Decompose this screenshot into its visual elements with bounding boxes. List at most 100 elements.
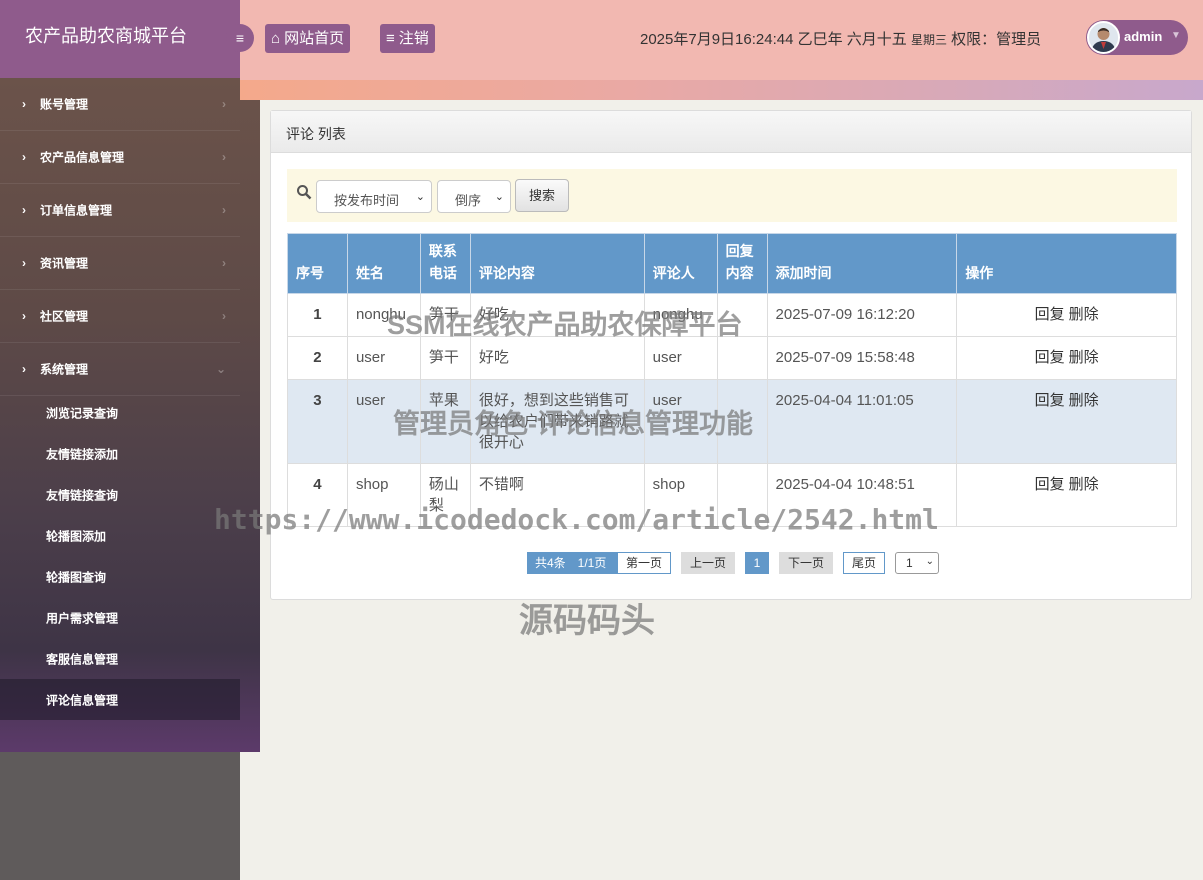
current-page[interactable]: 1 bbox=[745, 552, 769, 574]
row-index: 1 bbox=[287, 293, 348, 337]
row-time: 2025-07-09 15:58:48 bbox=[766, 336, 958, 380]
table-row: 4 shop 砀山梨 不错啊 shop 2025-04-04 10:48:51 … bbox=[287, 463, 1177, 527]
user-name: admin bbox=[1124, 29, 1163, 44]
sidebar-item-product[interactable]: › 农产品信息管理 › bbox=[0, 131, 240, 184]
next-page-button[interactable]: 下一页 bbox=[779, 552, 833, 574]
search-icon bbox=[296, 184, 312, 205]
column-header[interactable]: 联系电话 bbox=[419, 233, 471, 294]
sort-field-select[interactable]: 按发布时间 ⌄ bbox=[316, 180, 432, 213]
chevron-down-icon: ⌄ bbox=[415, 191, 425, 203]
row-phone: 苹果 bbox=[419, 379, 471, 464]
reply-link[interactable]: 回复 bbox=[1035, 306, 1065, 323]
row-commenter: shop bbox=[643, 463, 718, 527]
column-header[interactable]: 操作 bbox=[956, 233, 1177, 294]
sidebar-subitem-label: 轮播图添加 bbox=[46, 529, 107, 543]
row-phone: 砀山梨 bbox=[419, 463, 471, 527]
reply-link[interactable]: 回复 bbox=[1035, 476, 1065, 493]
row-reply bbox=[716, 293, 768, 337]
weekday-text: 星期三 bbox=[910, 33, 947, 47]
sidebar-item-account[interactable]: › 账号管理 › bbox=[0, 78, 240, 131]
row-name: user bbox=[346, 379, 421, 464]
delete-link[interactable]: 删除 bbox=[1069, 306, 1099, 323]
row-time: 2025-04-04 11:01:05 bbox=[766, 379, 958, 464]
permission-text: 权限：管理员 bbox=[951, 31, 1042, 48]
row-actions: 回复 删除 bbox=[956, 336, 1177, 380]
column-header[interactable]: 姓名 bbox=[346, 233, 421, 294]
row-reply bbox=[716, 463, 768, 527]
column-header[interactable]: 添加时间 bbox=[766, 233, 958, 294]
row-time: 2025-07-09 16:12:20 bbox=[766, 293, 958, 337]
row-content: 不错啊 bbox=[469, 463, 645, 527]
sidebar-subitem-carousel-query[interactable]: 轮播图查询 bbox=[0, 556, 240, 597]
sidebar-subitem-browse-history[interactable]: 浏览记录查询 bbox=[0, 392, 240, 433]
sidebar-subitem-comments[interactable]: 评论信息管理 bbox=[0, 679, 240, 720]
comment-list-panel: 评论 列表 按发布时间 ⌄ 倒序 ⌄ 搜索 序号 姓名 联系电话 评论内容 评论… bbox=[270, 110, 1192, 600]
sidebar-item-system[interactable]: › 系统管理 ⌄ bbox=[0, 343, 240, 396]
home-button[interactable]: ⌂ 网站首页 bbox=[265, 24, 351, 53]
home-icon: ⌂ bbox=[271, 30, 281, 47]
sidebar-subitem-user-demand[interactable]: 用户需求管理 bbox=[0, 597, 240, 638]
column-header[interactable]: 评论人 bbox=[643, 233, 718, 294]
row-index: 3 bbox=[287, 379, 348, 464]
search-bar: 按发布时间 ⌄ 倒序 ⌄ 搜索 bbox=[287, 169, 1177, 222]
sidebar-item-label: 资讯管理 bbox=[40, 256, 89, 271]
caret-down-icon: ▼ bbox=[1171, 30, 1181, 41]
sidebar-menu: › 账号管理 › › 农产品信息管理 › › 订单信息管理 › › 资讯管理 ›… bbox=[0, 78, 260, 752]
column-header[interactable]: 序号 bbox=[287, 233, 348, 294]
table-header-row: 序号 姓名 联系电话 评论内容 评论人 回复内容 添加时间 操作 bbox=[287, 233, 1177, 294]
panel-header: 评论 列表 bbox=[271, 111, 1191, 153]
reply-link[interactable]: 回复 bbox=[1035, 392, 1065, 409]
prev-page-button[interactable]: 上一页 bbox=[681, 552, 735, 574]
sidebar-subitem-service[interactable]: 客服信息管理 bbox=[0, 638, 240, 679]
row-commenter: nonghu bbox=[643, 293, 718, 337]
sidebar-item-label: 农产品信息管理 bbox=[40, 150, 125, 165]
last-page-button[interactable]: 尾页 bbox=[843, 552, 885, 574]
sort-order-select[interactable]: 倒序 ⌄ bbox=[437, 180, 511, 213]
menu-toggle-button[interactable]: ≡ bbox=[226, 24, 254, 52]
sidebar: 农产品助农商城平台 › 账号管理 › › 农产品信息管理 › › 订单信息管理 … bbox=[0, 0, 260, 880]
first-page-button[interactable]: 第一页 bbox=[617, 552, 671, 574]
sort-order-value: 倒序 bbox=[455, 193, 482, 208]
row-name: user bbox=[346, 336, 421, 380]
sidebar-item-label: 订单信息管理 bbox=[40, 203, 113, 218]
row-time: 2025-04-04 10:48:51 bbox=[766, 463, 958, 527]
chevron-right-icon: › bbox=[22, 309, 26, 323]
header-info: 2025年7月9日16:24:44 乙巳年 六月十五 星期三 权限：管理员 bbox=[640, 28, 1041, 49]
row-actions: 回复 删除 bbox=[956, 463, 1177, 527]
chevron-right-icon: › bbox=[222, 203, 226, 217]
row-name: shop bbox=[346, 463, 421, 527]
table-row: 2 user 笋干 好吃 user 2025-07-09 15:58:48 回复… bbox=[287, 336, 1177, 380]
sidebar-item-orders[interactable]: › 订单信息管理 › bbox=[0, 184, 240, 237]
column-header[interactable]: 回复内容 bbox=[716, 233, 768, 294]
app-title: 农产品助农商城平台 bbox=[25, 26, 187, 46]
sidebar-item-community[interactable]: › 社区管理 › bbox=[0, 290, 240, 343]
column-header[interactable]: 评论内容 bbox=[469, 233, 645, 294]
chevron-right-icon: › bbox=[222, 150, 226, 164]
delete-link[interactable]: 删除 bbox=[1069, 392, 1099, 409]
sidebar-subitem-label: 用户需求管理 bbox=[46, 611, 119, 625]
search-button[interactable]: 搜索 bbox=[515, 179, 569, 212]
header-gradient-band bbox=[240, 80, 1203, 100]
sidebar-subitem-label: 友情链接添加 bbox=[46, 447, 119, 461]
chevron-right-icon: › bbox=[22, 256, 26, 270]
sidebar-subitem-link-query[interactable]: 友情链接查询 bbox=[0, 474, 240, 515]
datetime-text: 2025年7月9日16:24:44 乙巳年 六月十五 bbox=[640, 31, 907, 48]
user-menu[interactable]: admin ▼ bbox=[1086, 20, 1188, 55]
delete-link[interactable]: 删除 bbox=[1069, 349, 1099, 366]
sidebar-subitem-carousel-add[interactable]: 轮播图添加 bbox=[0, 515, 240, 556]
row-content: 很好，想到这些销售可以给农户们带来销路就很开心 bbox=[469, 379, 645, 464]
row-index: 4 bbox=[287, 463, 348, 527]
row-reply bbox=[716, 336, 768, 380]
chevron-right-icon: › bbox=[222, 309, 226, 323]
sidebar-item-news[interactable]: › 资讯管理 › bbox=[0, 237, 240, 290]
row-commenter: user bbox=[643, 336, 718, 380]
row-reply bbox=[716, 379, 768, 464]
delete-link[interactable]: 删除 bbox=[1069, 476, 1099, 493]
chevron-right-icon: › bbox=[22, 203, 26, 217]
logout-button[interactable]: ≡ 注销 bbox=[380, 24, 435, 53]
chevron-down-icon: ⌄ bbox=[494, 191, 504, 203]
sidebar-subitem-link-add[interactable]: 友情链接添加 bbox=[0, 433, 240, 474]
table-row: 3 user 苹果 很好，想到这些销售可以给农户们带来销路就很开心 user 2… bbox=[287, 379, 1177, 464]
page-select[interactable]: 1 ⌄ bbox=[895, 552, 939, 574]
reply-link[interactable]: 回复 bbox=[1035, 349, 1065, 366]
